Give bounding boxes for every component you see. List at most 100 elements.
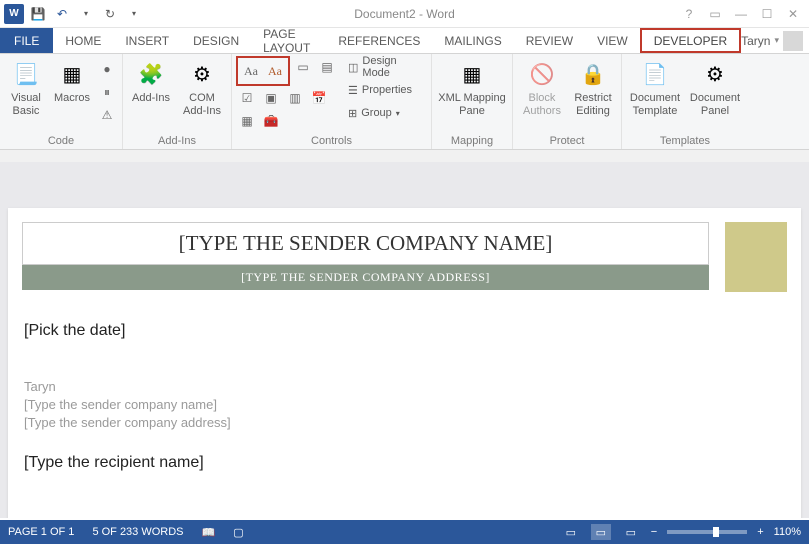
sender-company-control[interactable]: [TYPE THE SENDER COMPANY NAME] — [22, 222, 709, 265]
user-dropdown-icon[interactable]: ▾ — [774, 35, 779, 46]
tab-view[interactable]: VIEW — [585, 28, 640, 53]
tab-design[interactable]: DESIGN — [181, 28, 251, 53]
title-bar: W 💾 ↶ ▾ ↻ ▾ Document2 - Word ? ▭ — ☐ ✕ — [0, 0, 809, 28]
pause-recording-icon[interactable]: ⏸ — [96, 81, 118, 103]
avatar[interactable] — [783, 31, 803, 51]
group-addins: 🧩 Add-Ins ⚙ COM Add-Ins Add-Ins — [123, 54, 232, 149]
quick-access-toolbar: W 💾 ↶ ▾ ↻ ▾ — [0, 4, 144, 24]
ribbon-tabs: FILE HOME INSERT DESIGN PAGE LAYOUT REFE… — [0, 28, 809, 54]
design-mode-button[interactable]: ◫ Design Mode — [344, 56, 427, 78]
tab-mailings[interactable]: MAILINGS — [432, 28, 513, 53]
address-line[interactable]: [Type the sender company address] — [24, 414, 785, 432]
xml-mapping-pane-button[interactable]: ▦ XML Mapping Pane — [436, 56, 508, 118]
properties-button[interactable]: ☰ Properties — [344, 79, 427, 101]
combobox-control-icon[interactable]: ▣ — [260, 87, 282, 109]
dropdown-control-icon[interactable]: ▥ — [284, 87, 306, 109]
group-protect: 🚫 Block Authors 🔒 Restrict Editing Prote… — [513, 54, 622, 149]
group-label-mapping: Mapping — [436, 133, 508, 149]
properties-icon: ☰ — [348, 84, 358, 97]
minimize-icon[interactable]: — — [729, 4, 753, 24]
file-tab[interactable]: FILE — [0, 28, 53, 53]
tab-developer[interactable]: DEVELOPER — [640, 28, 741, 53]
document-template-icon: 📄 — [639, 58, 671, 90]
macros-icon: ▦ — [56, 58, 88, 90]
macro-security-icon[interactable]: ⚠ — [96, 104, 118, 126]
restrict-editing-button[interactable]: 🔒 Restrict Editing — [569, 56, 617, 118]
com-addins-button[interactable]: ⚙ COM Add-Ins — [177, 56, 227, 118]
macro-record-status-icon[interactable]: ▢ — [233, 526, 243, 539]
company-line[interactable]: [Type the sender company name] — [24, 396, 785, 414]
visual-basic-button[interactable]: 📃 Visual Basic — [4, 56, 48, 118]
text-controls-highlight: Aa Aa — [236, 56, 290, 86]
group-controls: Aa Aa ▭ ▤ ☑ ▣ ▥ 📅 ▦ 🧰 — [232, 54, 432, 149]
sender-address-control[interactable]: [TYPE THE SENDER COMPANY ADDRESS] — [22, 265, 709, 290]
addins-icon: 🧩 — [135, 58, 167, 90]
restrict-editing-icon: 🔒 — [577, 58, 609, 90]
web-layout-icon[interactable]: ▭ — [621, 524, 641, 540]
document-title: Document2 - Word — [354, 7, 454, 21]
close-icon[interactable]: ✕ — [781, 4, 805, 24]
group-label-controls: Controls — [236, 133, 427, 149]
tab-page-layout[interactable]: PAGE LAYOUT — [251, 28, 326, 53]
group-mapping: ▦ XML Mapping Pane Mapping — [432, 54, 513, 149]
legacy-tools-icon[interactable]: 🧰 — [260, 110, 282, 132]
group-button[interactable]: ⊞ Group ▾ — [344, 102, 427, 124]
tab-review[interactable]: REVIEW — [514, 28, 585, 53]
checkbox-control-icon[interactable]: ☑ — [236, 87, 258, 109]
tab-references[interactable]: REFERENCES — [326, 28, 432, 53]
ribbon-display-icon[interactable]: ▭ — [703, 4, 727, 24]
document-page[interactable]: [TYPE THE SENDER COMPANY NAME] [TYPE THE… — [8, 208, 801, 518]
block-authors-icon: 🚫 — [526, 58, 558, 90]
zoom-level-label[interactable]: 110% — [774, 526, 801, 538]
addins-button[interactable]: 🧩 Add-Ins — [127, 56, 175, 105]
author-line[interactable]: Taryn — [24, 378, 785, 396]
word-count-label[interactable]: 5 OF 233 WORDS — [92, 526, 183, 538]
save-icon[interactable]: 💾 — [28, 4, 48, 24]
building-block-control-icon[interactable]: ▤ — [316, 56, 338, 78]
undo-icon[interactable]: ↶ — [52, 4, 72, 24]
word-app-icon[interactable]: W — [4, 4, 24, 24]
tab-insert[interactable]: INSERT — [113, 28, 181, 53]
document-area[interactable]: [TYPE THE SENDER COMPANY NAME] [TYPE THE… — [0, 162, 809, 518]
zoom-out-icon[interactable]: − — [651, 526, 657, 538]
group-label-code: Code — [4, 133, 118, 149]
picture-control-icon[interactable]: ▭ — [292, 56, 314, 78]
user-name-label[interactable]: Taryn — [741, 34, 770, 48]
date-picker-control[interactable]: [Pick the date] — [24, 322, 785, 340]
user-area: Taryn ▾ — [741, 28, 809, 53]
document-panel-button[interactable]: ⚙ Document Panel — [686, 56, 744, 118]
header-side-block — [725, 222, 787, 292]
group-templates: 📄 Document Template ⚙ Document Panel Tem… — [622, 54, 748, 149]
window-controls: ? ▭ — ☐ ✕ — [677, 4, 805, 24]
rich-text-control-icon[interactable]: Aa — [240, 60, 262, 82]
help-icon[interactable]: ? — [677, 4, 701, 24]
page-count-label[interactable]: PAGE 1 OF 1 — [8, 526, 74, 538]
document-panel-icon: ⚙ — [699, 58, 731, 90]
recipient-name-control[interactable]: [Type the recipient name] — [24, 454, 785, 472]
spelling-icon[interactable]: 📖 — [202, 526, 216, 539]
plain-text-control-icon[interactable]: Aa — [264, 60, 286, 82]
zoom-in-icon[interactable]: + — [757, 526, 763, 538]
group-label-templates: Templates — [626, 133, 744, 149]
datepicker-control-icon[interactable]: 📅 — [308, 87, 330, 109]
tab-home[interactable]: HOME — [53, 28, 113, 53]
read-mode-icon[interactable]: ▭ — [561, 524, 581, 540]
document-template-button[interactable]: 📄 Document Template — [626, 56, 684, 118]
group-code: 📃 Visual Basic ▦ Macros ● ⏸ ⚠ Code — [0, 54, 123, 149]
group-label-protect: Protect — [517, 133, 617, 149]
chevron-down-icon: ▾ — [396, 109, 400, 118]
maximize-icon[interactable]: ☐ — [755, 4, 779, 24]
record-macro-icon[interactable]: ● — [96, 58, 118, 80]
ribbon: 📃 Visual Basic ▦ Macros ● ⏸ ⚠ Code 🧩 Add… — [0, 54, 809, 150]
print-layout-icon[interactable]: ▭ — [591, 524, 611, 540]
zoom-slider[interactable] — [667, 530, 747, 534]
visual-basic-icon: 📃 — [10, 58, 42, 90]
block-authors-button[interactable]: 🚫 Block Authors — [517, 56, 567, 118]
ruler[interactable] — [0, 150, 809, 162]
qat-customize-icon[interactable]: ▾ — [124, 4, 144, 24]
undo-dropdown-icon[interactable]: ▾ — [76, 4, 96, 24]
group-icon: ⊞ — [348, 107, 357, 120]
macros-button[interactable]: ▦ Macros — [50, 56, 94, 105]
repeating-section-icon[interactable]: ▦ — [236, 110, 258, 132]
redo-icon[interactable]: ↻ — [100, 4, 120, 24]
